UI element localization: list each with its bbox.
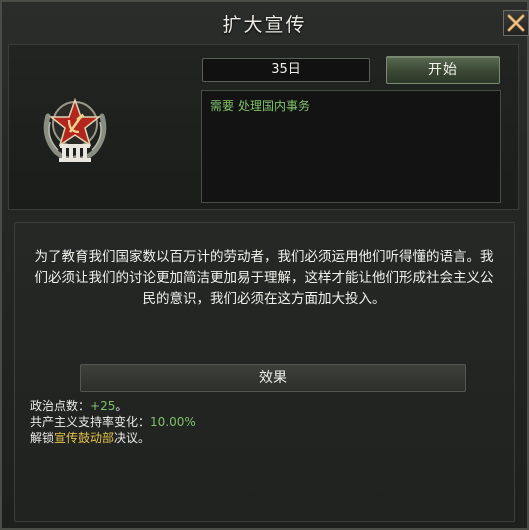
decision-description: 为了教育我们国家数以百万计的劳动者，我们必须运用他们听得懂的语言。我们必须让我们… [34,249,494,307]
window-title: 扩大宣传 [222,14,307,36]
close-icon [507,14,525,32]
effect-value: 10.00% [150,415,196,429]
emblem-icon [34,86,116,168]
start-button[interactable]: 开始 [386,56,500,84]
requirement-value: 处理国内事务 [238,99,311,113]
effect-support-change: 共产主义支持率变化：10.00% [30,413,196,430]
effects-header: 效果 [80,364,466,392]
unlock-target-link[interactable]: 宣传鼓动部 [54,431,114,445]
requirement-label: 需要 [210,99,235,113]
effect-value: +25 [90,399,116,413]
effect-suffix: 决议。 [114,431,151,445]
effect-political-power: 政治点数：+25。 [30,397,127,414]
title-bar: 扩大宣传 [2,2,529,44]
requirements-box: 需要 处理国内事务 [201,90,501,203]
effect-unlock: 解锁宣传鼓动部决议。 [30,429,150,446]
effect-label: 共产主义支持率变化： [30,415,151,429]
effect-suffix: 。 [115,399,128,413]
duration-display: 35日 [202,58,370,82]
close-button[interactable] [503,10,529,36]
effect-label: 解锁 [30,431,55,445]
effect-label: 政治点数： [30,399,91,413]
